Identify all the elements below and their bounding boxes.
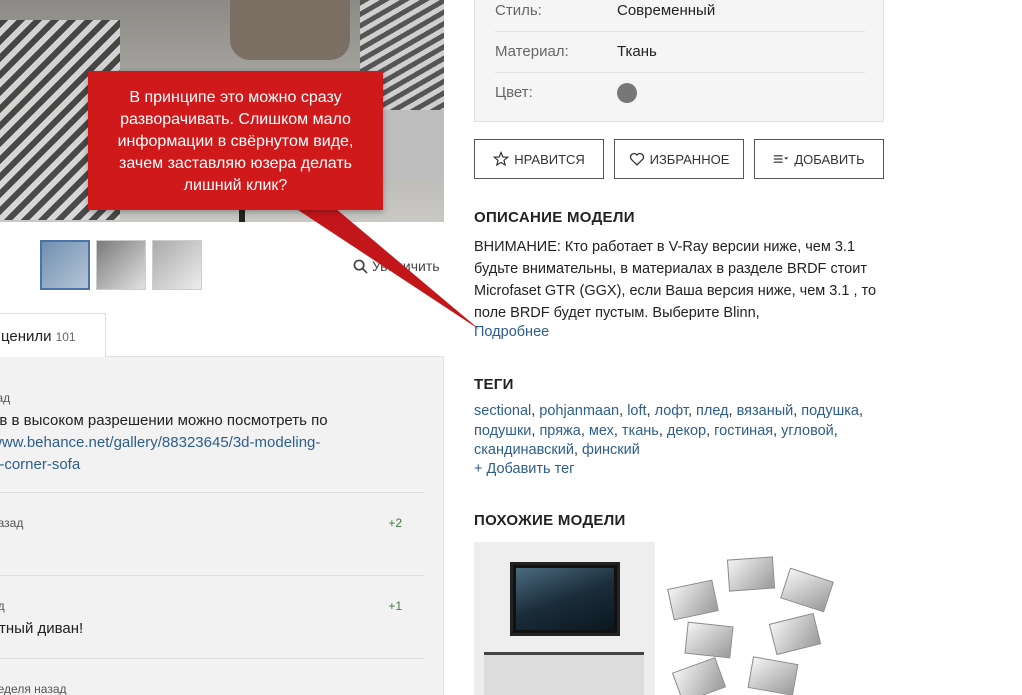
read-more-link[interactable]: Подробнее — [474, 324, 549, 340]
tag-link[interactable]: декор — [667, 423, 706, 439]
tab-reviews-count: 101 — [55, 330, 76, 344]
similar-title: ПОХОЖИЕ МОДЕЛИ — [474, 512, 626, 529]
thumbnail-1[interactable] — [40, 240, 90, 290]
review-time: назад — [0, 516, 24, 530]
tv-console-image — [484, 652, 644, 695]
annotation-callout: В принципе это можно сразу разворачивать… — [88, 71, 383, 210]
review-divider — [0, 658, 424, 659]
thumbnail-2[interactable] — [96, 240, 146, 290]
magazine-image — [667, 579, 719, 621]
description-text: ВНИМАНИЕ: Кто работает в V-Ray версии ни… — [474, 239, 877, 321]
similar-model-tv-stand[interactable] — [474, 542, 655, 695]
tag-link[interactable]: гостиная — [714, 423, 773, 439]
tag-link[interactable]: вязаный — [737, 403, 794, 419]
star-icon — [493, 151, 510, 167]
spec-row-style: Стиль: Современный — [495, 0, 865, 32]
color-swatch — [617, 83, 637, 103]
zoom-label: Увеличить — [372, 258, 440, 274]
zoom-link[interactable]: Увеличить — [353, 258, 440, 274]
review-text-prefix: ов в высоком разрешении можно посмотреть… — [0, 412, 328, 429]
cushion-image — [230, 0, 350, 60]
add-label: ДОБАВИТЬ — [794, 151, 865, 167]
magazine-image — [768, 612, 822, 656]
spec-label: Стиль: — [495, 2, 542, 19]
tag-link[interactable]: скандинавский — [474, 442, 574, 458]
tag-link[interactable]: плед — [696, 403, 729, 419]
review-text: о — [0, 536, 411, 558]
list-dropdown-icon — [774, 155, 789, 163]
magazine-image — [726, 556, 776, 592]
review-time: неделя назад — [0, 682, 67, 695]
spec-value: Ткань — [617, 43, 657, 60]
reviews-panel: зад ов в высоком разрешении можно посмот… — [0, 356, 444, 695]
magazine-image — [671, 657, 727, 695]
favorite-label: ИЗБРАННОЕ — [649, 151, 730, 167]
tag-link[interactable]: мех — [589, 423, 614, 439]
tag-link[interactable]: подушка — [801, 403, 859, 419]
favorite-button[interactable]: ИЗБРАННОЕ — [614, 139, 744, 179]
tag-link[interactable]: pohjanmaan — [539, 403, 619, 419]
heart-icon — [629, 152, 644, 166]
add-to-collection-button[interactable]: ДОБАВИТЬ — [754, 139, 884, 179]
like-button[interactable]: НРАВИТСЯ — [474, 139, 604, 179]
search-icon — [353, 259, 368, 274]
tv-image — [510, 562, 620, 636]
spec-label: Цвет: — [495, 84, 533, 101]
tab-reviews[interactable]: ценили 101 — [0, 313, 106, 357]
review-text: ов в высоком разрешении можно посмотреть… — [0, 410, 411, 476]
tag-link[interactable]: sectional — [474, 403, 531, 419]
like-label: НРАВИТСЯ — [514, 151, 585, 167]
spec-row-material: Материал: Ткань — [495, 32, 865, 73]
specs-table: Стиль: Современный Материал: Ткань Цвет: — [474, 0, 884, 122]
tag-link[interactable]: ткань — [622, 423, 659, 439]
tag-link[interactable]: лофт — [655, 403, 688, 419]
tv-screen-image — [516, 568, 614, 630]
magazine-image — [780, 567, 834, 613]
review-score: +2 — [388, 516, 402, 530]
review-divider — [0, 492, 424, 493]
magazine-image — [747, 656, 799, 695]
review-text: атный диван! — [0, 620, 84, 637]
spec-row-color: Цвет: — [495, 73, 865, 114]
tags-list: sectional, pohjanmaan, loft, лофт, плед,… — [474, 403, 863, 458]
add-tag-link[interactable]: + Добавить тег — [474, 461, 574, 477]
thumbnail-strip — [40, 240, 202, 290]
tag-link[interactable]: пряжа — [539, 423, 580, 439]
review-link[interactable]: www.behance.net/gallery/88323645/3d-mode… — [0, 434, 320, 451]
review-score: +1 — [388, 599, 402, 613]
callout-text: В принципе это можно сразу разворачивать… — [117, 89, 354, 194]
magazine-image — [684, 621, 734, 659]
review-time: ад — [0, 599, 5, 613]
tags-title: ТЕГИ — [474, 376, 514, 393]
tab-reviews-label: ценили — [1, 328, 52, 345]
spec-label: Материал: — [495, 43, 569, 60]
tag-link[interactable]: угловой — [781, 423, 834, 439]
review-divider — [0, 575, 424, 576]
review-time: зад — [0, 391, 11, 405]
tag-link[interactable]: подушки — [474, 423, 531, 439]
tag-link[interactable]: финский — [582, 442, 640, 458]
thumbnail-3[interactable] — [152, 240, 202, 290]
spec-value: Современный — [617, 2, 716, 19]
review-link-cont[interactable]: ft-corner-sofa — [0, 456, 80, 473]
tag-link[interactable]: loft — [627, 403, 646, 419]
similar-model-magazines[interactable] — [666, 548, 846, 695]
description-title: ОПИСАНИЕ МОДЕЛИ — [474, 209, 635, 226]
